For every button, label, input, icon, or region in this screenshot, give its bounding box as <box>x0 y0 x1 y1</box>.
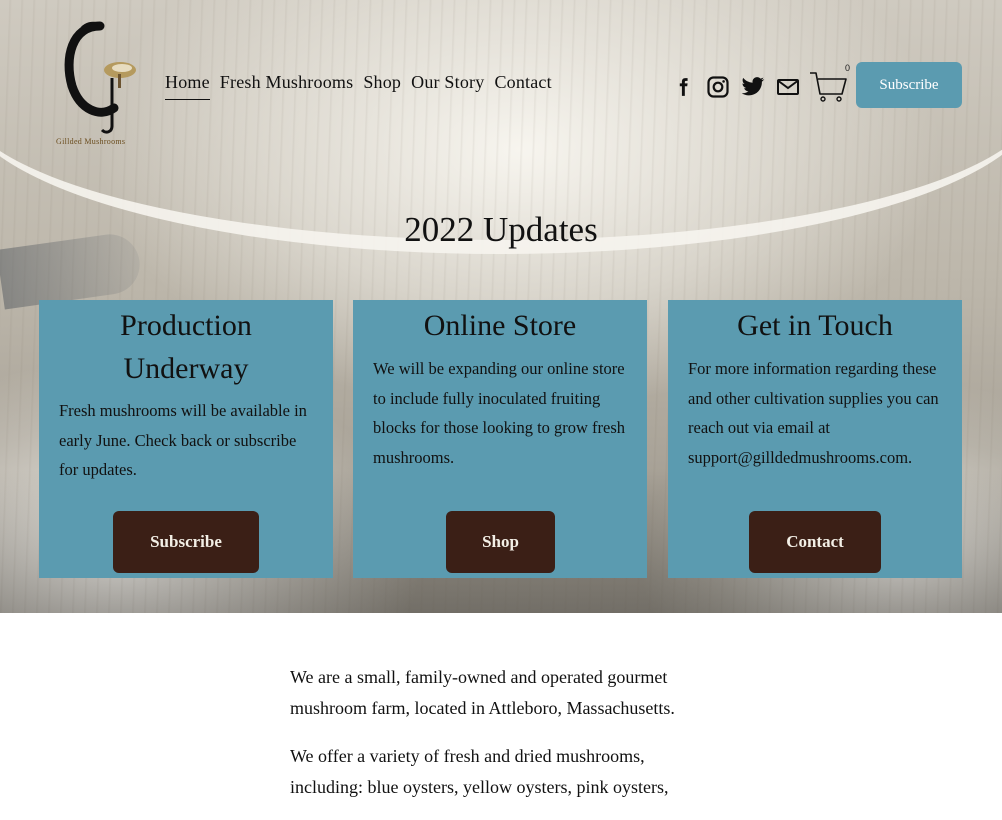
nav-shop[interactable]: Shop <box>363 72 401 100</box>
logo-mark-icon <box>64 21 136 134</box>
logo-text: Gillded Mushrooms <box>56 137 126 146</box>
card-body: Fresh mushrooms will be available in ear… <box>59 401 307 479</box>
header-subscribe-button[interactable]: Subscribe <box>856 62 962 108</box>
cart-icon[interactable] <box>808 70 850 104</box>
twitter-icon[interactable] <box>740 74 765 99</box>
card-title: Production Underway <box>39 300 333 390</box>
card-get-in-touch: Get in Touch For more information regard… <box>668 300 962 578</box>
nav-our-story[interactable]: Our Story <box>411 72 484 100</box>
contact-button[interactable]: Contact <box>749 511 881 573</box>
card-title-line: Production <box>120 309 252 342</box>
subscribe-button[interactable]: Subscribe <box>113 511 259 573</box>
main-nav: Home Fresh Mushrooms Shop Our Story Cont… <box>165 72 552 100</box>
email-icon[interactable] <box>775 74 800 99</box>
instagram-icon[interactable] <box>705 74 730 99</box>
card-body: For more information regarding these and… <box>688 359 939 467</box>
card-online-store: Online Store We will be expanding our on… <box>353 300 647 578</box>
card-production-underway: Production Underway Fresh mushrooms will… <box>39 300 333 578</box>
about-paragraph: We are a small, family-owned and operate… <box>290 667 675 718</box>
nav-fresh-mushrooms[interactable]: Fresh Mushrooms <box>220 72 354 100</box>
card-title-line: Underway <box>123 352 249 385</box>
hero-title: 2022 Updates <box>404 210 598 249</box>
cart-count: 0 <box>845 63 851 73</box>
about-section: We are a small, family-owned and operate… <box>290 662 720 820</box>
shop-button[interactable]: Shop <box>446 511 555 573</box>
site-logo[interactable]: Gillded Mushrooms <box>52 18 142 153</box>
social-links <box>670 74 800 99</box>
nav-home[interactable]: Home <box>165 72 210 100</box>
card-title: Get in Touch <box>737 309 893 342</box>
card-body: We will be expanding our online store to… <box>373 359 626 467</box>
nav-contact[interactable]: Contact <box>494 72 551 100</box>
card-title: Online Store <box>423 309 577 342</box>
about-paragraph: We offer a variety of fresh and dried mu… <box>290 746 669 797</box>
facebook-icon[interactable] <box>670 74 695 99</box>
